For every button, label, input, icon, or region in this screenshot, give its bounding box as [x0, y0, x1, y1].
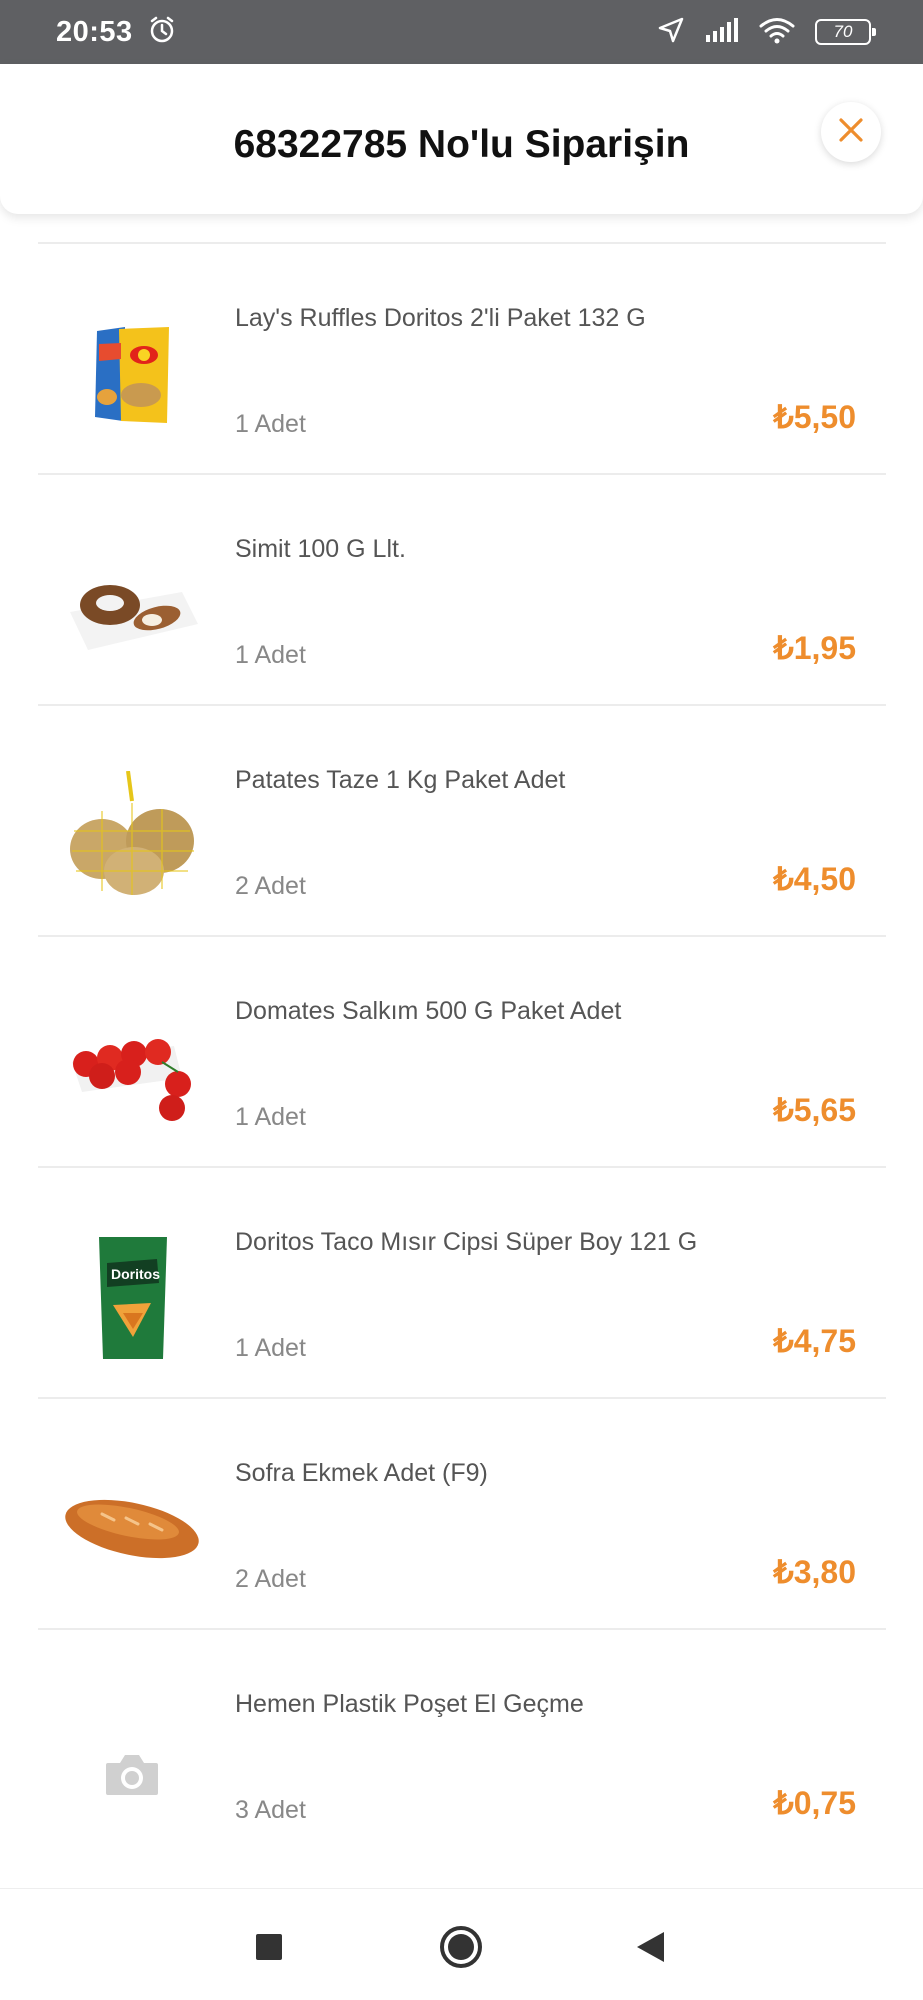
item-name: Domates Salkım 500 G Paket Adet	[235, 997, 622, 1025]
order-item[interactable]: Lay's Ruffles Doritos 2'li Paket 132 G 1…	[38, 244, 886, 475]
wifi-icon	[759, 16, 795, 48]
header: 68322785 No'lu Siparişin	[0, 64, 923, 214]
item-quantity: 1 Adet	[235, 1334, 306, 1362]
item-quantity: 3 Adet	[235, 1796, 306, 1824]
alarm-icon	[147, 15, 177, 49]
item-name: Sofra Ekmek Adet (F9)	[235, 1459, 488, 1487]
item-name: Hemen Plastik Poşet El Geçme	[235, 1690, 584, 1718]
item-quantity: 2 Adet	[235, 1565, 306, 1593]
item-quantity: 1 Adet	[235, 1103, 306, 1131]
camera-placeholder-icon	[62, 1706, 202, 1841]
item-price: ₺0,75	[773, 1785, 856, 1821]
status-left: 20:53	[56, 15, 177, 49]
order-item[interactable]: Hemen Plastik Poşet El Geçme 3 Adet ₺0,7…	[38, 1630, 886, 1890]
simit-image	[62, 537, 202, 672]
order-item[interactable]: Simit 100 G Llt. 1 Adet ₺1,95	[38, 475, 886, 706]
item-name: Lay's Ruffles Doritos 2'li Paket 132 G	[235, 304, 646, 332]
back-triangle-icon	[634, 1930, 666, 1968]
order-item[interactable]: Domates Salkım 500 G Paket Adet 1 Adet ₺…	[38, 937, 886, 1168]
location-arrow-icon	[657, 16, 685, 48]
doritos-pack-image: Doritos	[62, 1230, 202, 1365]
recents-button[interactable]	[239, 1919, 299, 1979]
battery-icon: 70	[815, 19, 876, 45]
tomato-image	[62, 999, 202, 1134]
item-price: ₺5,50	[773, 399, 856, 435]
item-name: Simit 100 G Llt.	[235, 535, 406, 563]
bread-image	[62, 1461, 202, 1596]
home-circle-icon	[438, 1924, 484, 1974]
item-name: Doritos Taco Mısır Cipsi Süper Boy 121 G	[235, 1228, 698, 1256]
signal-icon	[705, 17, 739, 47]
close-button[interactable]	[821, 102, 881, 162]
order-item[interactable]: Patates Taze 1 Kg Paket Adet 2 Adet ₺4,5…	[38, 706, 886, 937]
navigation-bar	[0, 1888, 923, 2000]
status-time: 20:53	[56, 15, 133, 48]
item-quantity: 2 Adet	[235, 872, 306, 900]
page-title: 68322785 No'lu Siparişin	[233, 123, 690, 166]
item-quantity: 1 Adet	[235, 641, 306, 669]
item-price: ₺5,65	[773, 1092, 856, 1128]
back-button[interactable]	[620, 1919, 680, 1979]
item-price: ₺4,75	[773, 1323, 856, 1359]
svg-text:Doritos: Doritos	[111, 1266, 160, 1282]
item-quantity: 1 Adet	[235, 410, 306, 438]
status-right: 70	[657, 16, 876, 48]
item-price: ₺1,95	[773, 630, 856, 666]
home-button[interactable]	[431, 1919, 491, 1979]
potato-bag-image	[62, 768, 202, 903]
item-price: ₺4,50	[773, 861, 856, 897]
status-bar: 20:53 70	[0, 0, 923, 64]
battery-level: 70	[833, 22, 853, 41]
chips-pack-image	[62, 306, 202, 441]
order-item[interactable]: Doritos Doritos Taco Mısır Cipsi Süper B…	[38, 1168, 886, 1399]
order-item[interactable]: Sofra Ekmek Adet (F9) 2 Adet ₺3,80	[38, 1399, 886, 1630]
item-price: ₺3,80	[773, 1554, 856, 1590]
order-items-list: Lay's Ruffles Doritos 2'li Paket 132 G 1…	[38, 242, 886, 1890]
item-name: Patates Taze 1 Kg Paket Adet	[235, 766, 566, 794]
recents-square-icon	[254, 1932, 284, 1966]
close-icon	[838, 117, 864, 147]
